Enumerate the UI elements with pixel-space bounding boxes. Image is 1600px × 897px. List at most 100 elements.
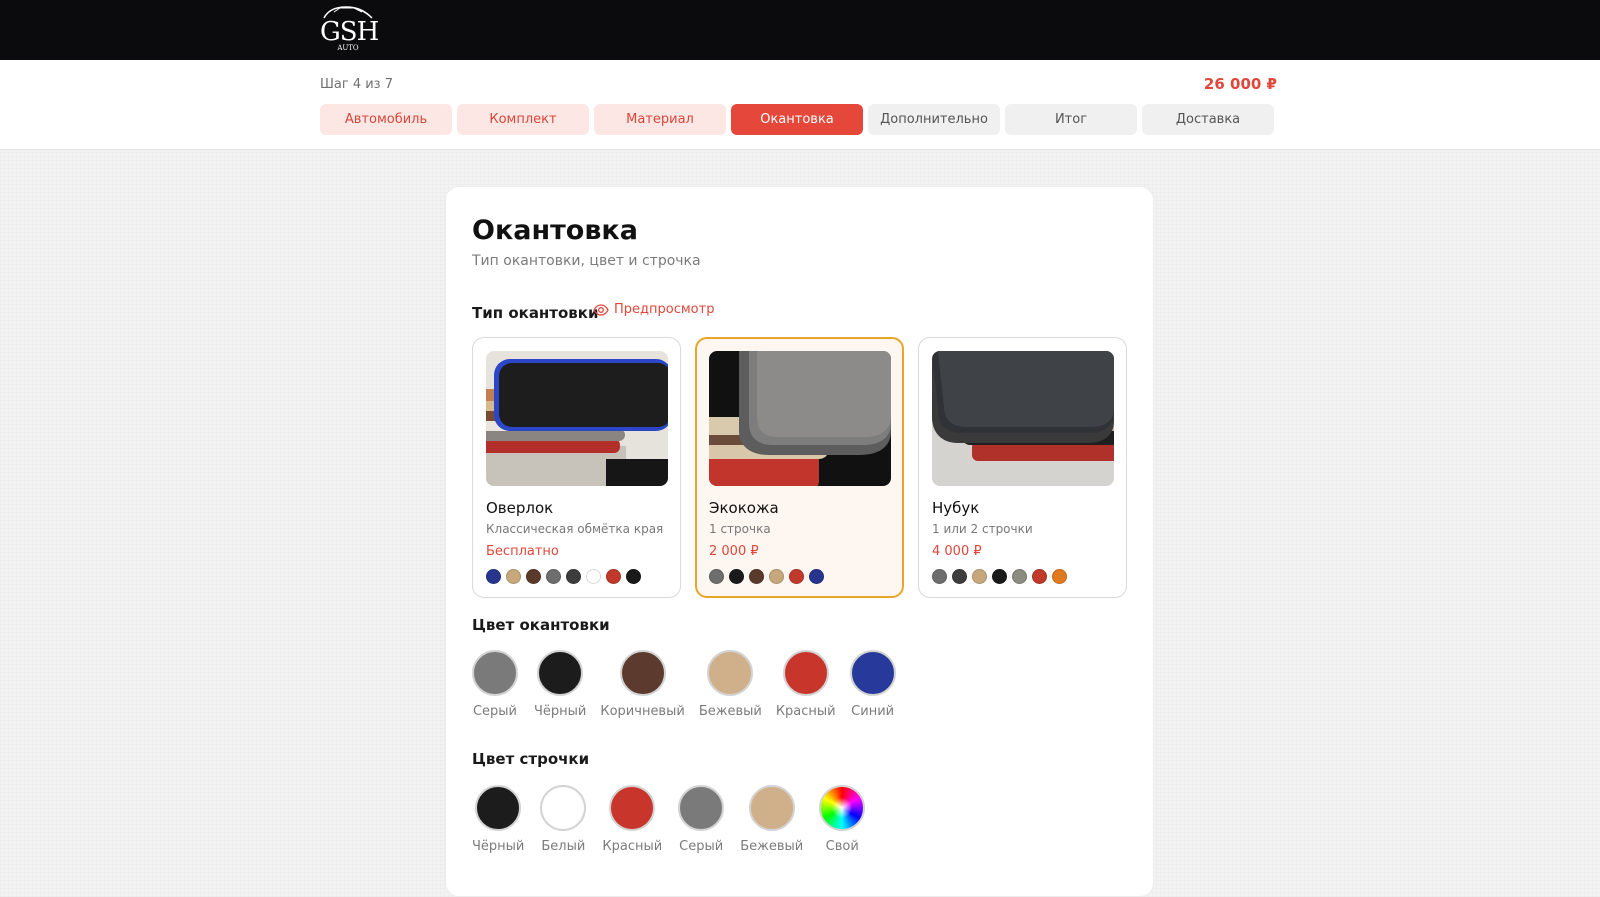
eye-icon (593, 303, 609, 316)
ecoleather-photo (709, 351, 891, 486)
total-price: 26 000 ₽ (1203, 75, 1277, 93)
swatch-circle (609, 785, 656, 831)
color-dot (566, 569, 581, 584)
swatch-circle (707, 650, 754, 696)
swatch-circle (537, 650, 584, 696)
swatch-label: Бежевый (740, 839, 804, 854)
swatch-stitch-5[interactable]: Свой (819, 785, 866, 854)
option-overlock[interactable]: Оверлок Классическая обмётка края Беспла… (472, 337, 681, 598)
swatch-label: Бежевый (698, 704, 762, 719)
option-nubuck[interactable]: Нубук 1 или 2 строчки 4 000 ₽ (918, 337, 1127, 598)
option-desc: 1 или 2 строчки (932, 522, 1033, 536)
swatch-circle (782, 650, 829, 696)
swatch-label: Серый (679, 839, 724, 854)
color-dot (1032, 569, 1047, 584)
swatch-edging-4[interactable]: Красный (776, 650, 836, 719)
color-dot (546, 569, 561, 584)
nubuck-photo (932, 351, 1114, 486)
swatch-circle (748, 785, 795, 831)
swatch-label: Серый (472, 704, 518, 719)
color-dot (586, 569, 601, 584)
tab-avtomobil[interactable]: Автомобиль (320, 104, 452, 135)
color-dot (526, 569, 541, 584)
color-dot (486, 569, 501, 584)
option-colors (486, 569, 641, 584)
tab-okantovka[interactable]: Окантовка (731, 104, 863, 135)
color-dot (729, 569, 744, 584)
option-price: Бесплатно (486, 544, 559, 559)
color-dot (789, 569, 804, 584)
swatch-label: Свой (825, 839, 859, 854)
edging-color-swatches: Серый Чёрный Коричневый Бежевый Красный Синий (472, 650, 896, 719)
tab-komplekt[interactable]: Комплект (457, 104, 589, 135)
color-dot (749, 569, 764, 584)
tab-dostavka[interactable]: Доставка (1142, 104, 1274, 135)
top-bar: GSH AUTO (0, 0, 1600, 60)
swatch-circle (472, 650, 518, 696)
option-name: Нубук (932, 499, 980, 517)
preview-label: Предпросмотр (614, 302, 715, 317)
edging-card: Окантовка Тип окантовки, цвет и строчка … (445, 186, 1154, 897)
swatch-label: Синий (851, 704, 895, 719)
tab-itog[interactable]: Итог (1005, 104, 1137, 135)
swatch-circle (540, 785, 587, 831)
page-subtitle: Тип окантовки, цвет и строчка (472, 253, 701, 269)
step-tabs: Автомобиль Комплект Материал Окантовка Д… (320, 104, 1274, 135)
edging-type-heading: Тип окантовки (472, 304, 599, 322)
swatch-stitch-4[interactable]: Бежевый (740, 785, 803, 854)
swatch-circle (619, 650, 666, 696)
swatch-stitch-2[interactable]: Красный (602, 785, 662, 854)
swatch-stitch-0[interactable]: Чёрный (472, 785, 524, 854)
swatch-circle (678, 785, 725, 831)
overlock-photo (486, 351, 668, 486)
option-price: 4 000 ₽ (932, 544, 982, 559)
swatch-edging-3[interactable]: Бежевый (699, 650, 762, 719)
color-dot (1052, 569, 1067, 584)
swatch-circle (819, 785, 866, 831)
swatch-label: Белый (541, 839, 586, 854)
edging-color-heading: Цвет окантовки (472, 616, 610, 634)
swatch-edging-5[interactable]: Синий (849, 650, 896, 719)
option-colors (932, 569, 1067, 584)
color-dot (709, 569, 724, 584)
swatch-stitch-3[interactable]: Серый (678, 785, 725, 854)
option-price: 2 000 ₽ (709, 544, 759, 559)
logo-text: GSH (320, 17, 379, 47)
color-dot (809, 569, 824, 584)
swatch-stitch-1[interactable]: Белый (540, 785, 587, 854)
step-bar: Шаг 4 из 7 26 000 ₽ Автомобиль Комплект … (0, 60, 1600, 150)
color-dot (769, 569, 784, 584)
logo-subtext: AUTO (337, 44, 359, 52)
tab-material[interactable]: Материал (594, 104, 726, 135)
preview-link[interactable]: Предпросмотр (593, 302, 714, 317)
page-title: Окантовка (472, 215, 638, 246)
swatch-label: Чёрный (534, 704, 587, 719)
color-dot (932, 569, 947, 584)
swatch-label: Красный (602, 839, 663, 854)
option-desc: 1 строчка (709, 522, 771, 536)
brand-logo[interactable]: GSH AUTO (320, 4, 379, 54)
swatch-label: Красный (775, 704, 836, 719)
color-dot (952, 569, 967, 584)
option-colors (709, 569, 824, 584)
color-dot (972, 569, 987, 584)
option-desc: Классическая обмётка края (486, 522, 664, 536)
swatch-edging-0[interactable]: Серый (472, 650, 518, 719)
tab-dopolnitelno[interactable]: Дополнительно (868, 104, 1000, 135)
edging-type-options: Оверлок Классическая обмётка края Беспла… (472, 337, 1127, 598)
swatch-label: Коричневый (600, 704, 685, 719)
stitch-color-heading: Цвет строчки (472, 750, 590, 768)
swatch-circle (849, 650, 896, 696)
color-dot (1012, 569, 1027, 584)
swatch-edging-1[interactable]: Чёрный (534, 650, 586, 719)
color-dot (626, 569, 641, 584)
option-ecoleather[interactable]: Экокожа 1 строчка 2 000 ₽ (695, 337, 904, 598)
color-dot (992, 569, 1007, 584)
swatch-edging-2[interactable]: Коричневый (600, 650, 685, 719)
option-name: Оверлок (486, 499, 554, 517)
option-name: Экокожа (709, 499, 779, 517)
color-dot (606, 569, 621, 584)
stitch-color-swatches: Чёрный Белый Красный Серый Бежевый Свой (472, 785, 866, 854)
color-dot (506, 569, 521, 584)
swatch-circle (475, 785, 522, 831)
